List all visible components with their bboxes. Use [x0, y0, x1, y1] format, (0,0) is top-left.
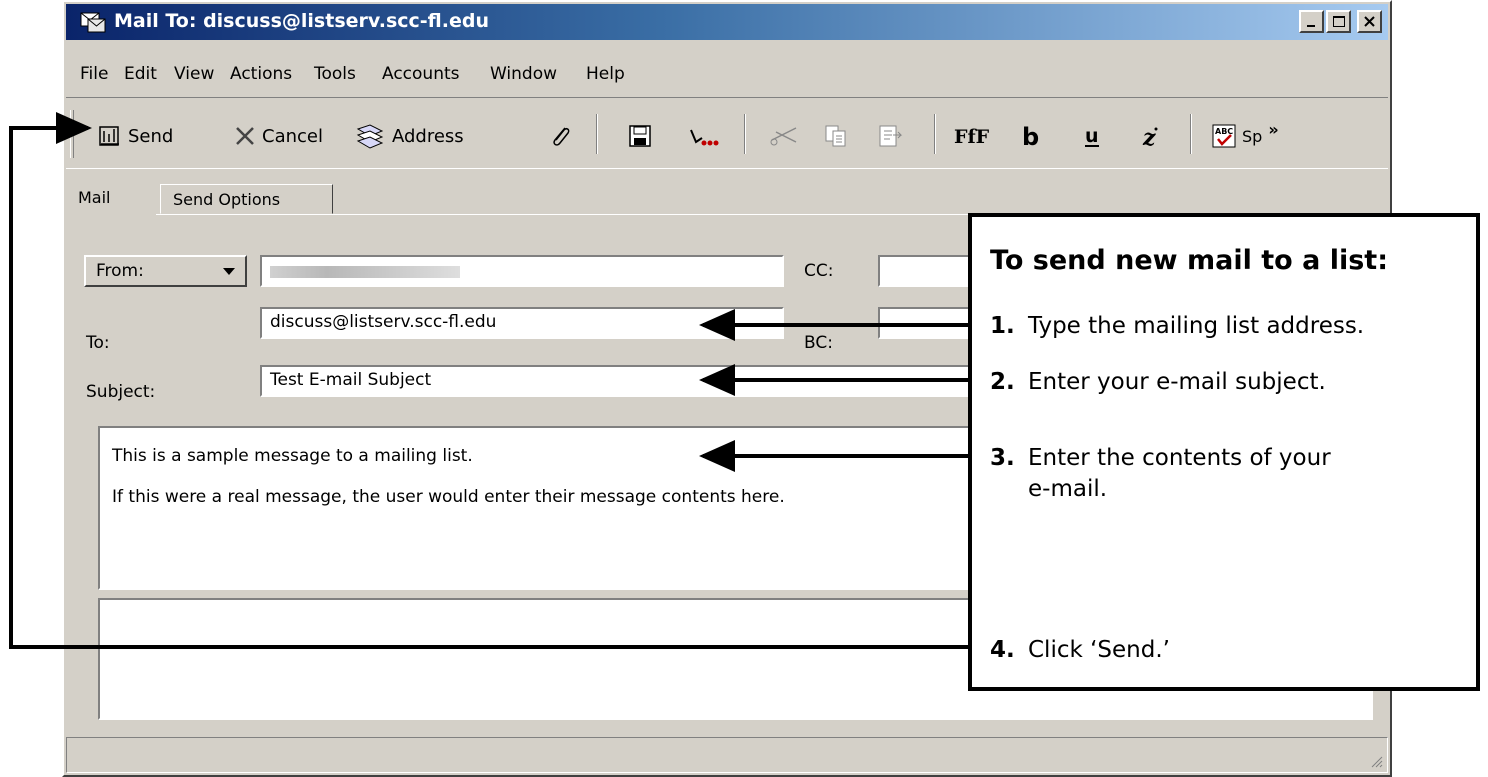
- step-number: 2.: [990, 369, 1015, 395]
- callout-step-2: 2. Enter your e-mail subject.: [990, 367, 1326, 398]
- step-text: Type the mailing list address.: [1028, 313, 1365, 339]
- step-text: Enter your e-mail subject.: [1028, 369, 1326, 395]
- step-text: Click ‘Send.’: [1028, 637, 1170, 663]
- step-number: 1.: [990, 313, 1015, 339]
- step-number: 3.: [990, 445, 1015, 471]
- step-number: 4.: [990, 637, 1015, 663]
- callout-heading: To send new mail to a list:: [990, 245, 1389, 276]
- step-text: Enter the contents of your: [1028, 445, 1331, 471]
- instruction-callout: To send new mail to a list: 1. Type the m…: [968, 213, 1480, 691]
- callout-step-4: 4. Click ‘Send.’: [990, 635, 1170, 666]
- step-text-continued: e-mail.: [1028, 476, 1108, 502]
- callout-step-1: 1. Type the mailing list address.: [990, 311, 1364, 342]
- send-arrow: [9, 112, 968, 649]
- callout-step-3: 3. Enter the contents of your e-mail.: [990, 443, 1331, 505]
